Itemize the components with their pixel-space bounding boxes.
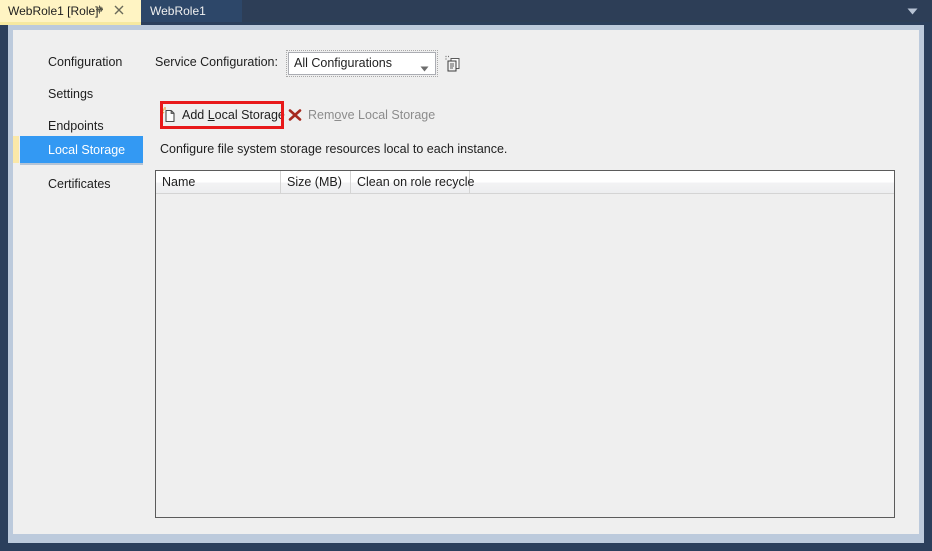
pane-description: Configure file system storage resources … <box>160 142 508 156</box>
sidebar-item-configuration[interactable]: Configuration <box>20 48 143 75</box>
designer-panel: Configuration Settings Endpoints Local S… <box>13 30 919 534</box>
sidebar-item-label: Endpoints <box>48 118 104 133</box>
local-storage-grid[interactable]: Name Size (MB) Clean on role recycle <box>155 170 895 518</box>
sidebar-item-label: Settings <box>48 86 94 101</box>
chevron-down-icon[interactable] <box>902 0 922 22</box>
grid-column-header-filler <box>470 171 896 193</box>
chevron-down-icon <box>420 61 429 75</box>
remove-local-storage-label: Remove Local Storage <box>308 108 436 122</box>
service-configuration-select[interactable]: All Configurations <box>286 50 438 77</box>
designer-sidebar: Configuration Settings Endpoints Local S… <box>13 30 149 534</box>
grid-header-row: Name Size (MB) Clean on role recycle <box>156 171 894 194</box>
tab-webrole1[interactable]: WebRole1 <box>141 0 242 22</box>
grid-column-header-clean-on-role-recycle[interactable]: Clean on role recycle <box>351 171 474 193</box>
sidebar-item-local-storage[interactable]: Local Storage <box>13 136 143 165</box>
sidebar-item-certificates[interactable]: Certificates <box>20 170 143 197</box>
pin-icon[interactable] <box>93 4 105 18</box>
local-storage-pane: Service Configuration: All Configuration… <box>149 30 919 534</box>
tab-webrole1-role[interactable]: WebRole1 [Role]* <box>0 0 141 22</box>
sidebar-item-label: Certificates <box>48 176 111 191</box>
add-local-storage-button[interactable]: Add Local Storage <box>160 101 285 129</box>
sidebar-item-label: Local Storage <box>48 142 126 157</box>
red-x-icon <box>286 106 304 124</box>
remove-local-storage-button: Remove Local Storage <box>286 102 435 128</box>
grid-column-header-size[interactable]: Size (MB) <box>281 171 351 193</box>
sidebar-item-endpoints[interactable]: Endpoints <box>20 112 143 139</box>
copy-documents-icon[interactable] <box>443 54 463 74</box>
close-icon[interactable] <box>112 3 126 19</box>
grid-body-empty[interactable] <box>156 194 894 517</box>
service-configuration-label: Service Configuration: <box>155 55 278 69</box>
sidebar-item-settings[interactable]: Settings <box>20 80 143 107</box>
visual-studio-role-designer-window: WebRole1 [Role]* WebRole1 Configuration … <box>0 0 932 551</box>
service-configuration-value: All Configurations <box>294 56 392 70</box>
grid-column-header-name[interactable]: Name <box>156 171 281 193</box>
tab-label: WebRole1 <box>150 4 206 18</box>
tab-label: WebRole1 [Role]* <box>8 4 104 18</box>
document-tab-strip: WebRole1 [Role]* WebRole1 <box>0 0 932 22</box>
sidebar-item-label: Configuration <box>48 54 123 69</box>
add-local-storage-label: Add Local Storage <box>182 108 285 122</box>
new-document-icon <box>160 106 178 124</box>
